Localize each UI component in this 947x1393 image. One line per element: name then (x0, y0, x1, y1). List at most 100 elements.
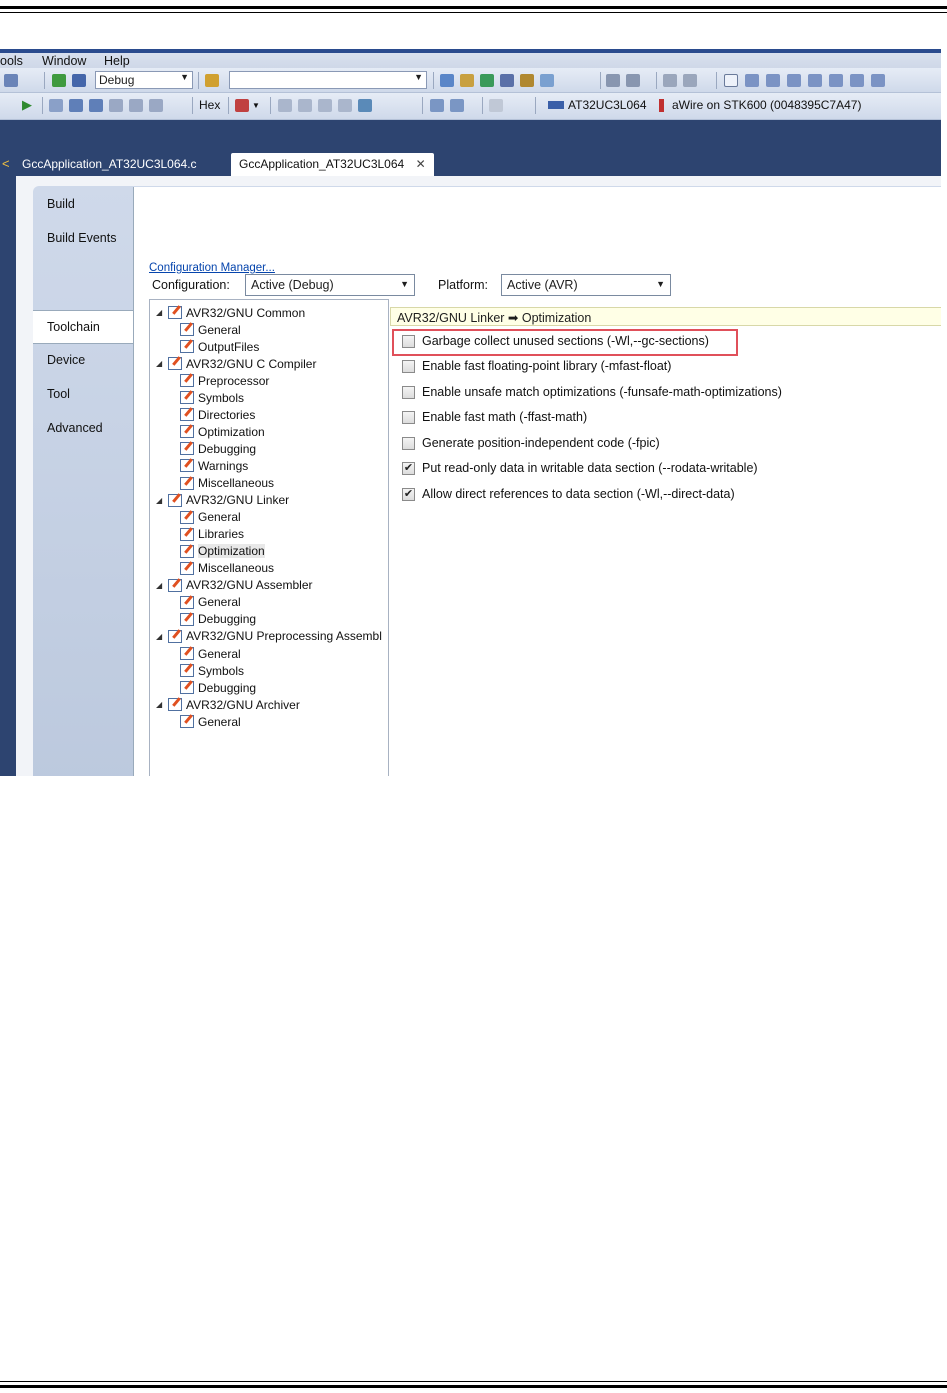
option-label: Generate position-independent code (-fpi… (422, 436, 660, 450)
option-row[interactable]: Enable fast math (-ffast-math) (402, 409, 587, 425)
tree-item[interactable]: Warnings (180, 457, 248, 474)
collapse-icon[interactable]: ◢ (156, 308, 168, 317)
collapse-icon[interactable]: ◢ (156, 632, 168, 641)
tree-item[interactable]: OutputFiles (180, 338, 259, 355)
toolbar-standard: Debug ▼ ▼ (0, 68, 941, 93)
tree-item[interactable]: General (180, 594, 241, 611)
collapse-icon[interactable]: ◢ (156, 359, 168, 368)
tree-item[interactable]: Symbols (180, 662, 244, 679)
toolbar-icons-group[interactable] (440, 72, 554, 88)
new-item-icon[interactable] (4, 72, 18, 88)
disabled-icon (489, 97, 503, 113)
platform-select[interactable]: Active (AVR) ▼ (501, 274, 671, 296)
option-label: Enable unsafe match optimizations (-funs… (422, 385, 782, 399)
property-page-icon (168, 357, 182, 371)
tree-item[interactable]: Debugging (180, 611, 256, 628)
option-row[interactable]: Garbage collect unused sections (-Wl,--g… (402, 333, 709, 349)
tab-source-file[interactable]: GccApplication_AT32UC3L064.c (14, 153, 205, 176)
tree-item[interactable]: Miscellaneous (180, 560, 274, 577)
tree-item[interactable]: Symbols (180, 389, 244, 406)
tree-item[interactable]: Libraries (180, 526, 244, 543)
tree-item[interactable]: General (180, 509, 241, 526)
collapse-icon[interactable]: ◢ (156, 581, 168, 590)
option-checkbox[interactable]: ✔ (402, 487, 415, 501)
tree-group[interactable]: ◢ AVR32/GNU Preprocessing Assembl (156, 628, 382, 645)
configuration-manager-link[interactable]: Configuration Manager... (149, 262, 275, 274)
option-row[interactable]: ✔ Allow direct references to data section… (402, 486, 735, 502)
document-tab-strip: < GccApplication_AT32UC3L064.c GccApplic… (0, 120, 941, 176)
option-row[interactable]: Enable fast floating-point library (-mfa… (402, 358, 671, 374)
tree-group[interactable]: ◢ AVR32/GNU Archiver (156, 696, 300, 713)
tree-item[interactable]: Miscellaneous (180, 475, 274, 492)
memory-icons-group[interactable] (430, 97, 464, 113)
tree-item[interactable]: Optimization (180, 423, 265, 440)
tree-item[interactable]: Preprocessor (180, 372, 269, 389)
option-checkbox[interactable] (402, 359, 415, 373)
tree-label: AVR32/GNU C Compiler (186, 356, 317, 371)
tree-item[interactable]: Optimization (180, 543, 265, 560)
property-page-icon (180, 647, 194, 660)
property-page-icon (180, 612, 194, 626)
tree-label: Libraries (198, 527, 245, 542)
tree-group[interactable]: ◢ AVR32/GNU Linker (156, 492, 289, 509)
option-label: Enable fast floating-point library (-mfa… (422, 359, 672, 373)
tree-group[interactable]: ◢ AVR32/GNU Common (156, 304, 305, 321)
menu-window[interactable]: Window (42, 54, 86, 68)
tree-label: General (198, 714, 241, 729)
option-checkbox[interactable] (402, 334, 415, 348)
collapse-icon[interactable]: ◢ (156, 700, 168, 709)
search-combo[interactable]: ▼ (229, 71, 427, 89)
tree-item[interactable]: Directories (180, 406, 255, 423)
side-tab-tool[interactable]: Tool (33, 378, 133, 412)
side-tab-toolchain[interactable]: Toolchain (33, 310, 134, 344)
tree-label: Optimization (198, 424, 265, 439)
close-icon[interactable]: ✕ (416, 157, 426, 171)
side-tab-build[interactable]: Build (33, 188, 133, 222)
device-selector[interactable]: AT32UC3L064 (548, 97, 647, 113)
property-page-icon (168, 578, 182, 592)
window-icons-group[interactable] (278, 97, 372, 113)
tree-item[interactable]: Debugging (180, 679, 256, 696)
comment-icons-group[interactable] (663, 72, 697, 88)
tree-item[interactable]: General (180, 645, 241, 662)
side-tab-build-events[interactable]: Build Events (33, 222, 133, 256)
tree-group[interactable]: ◢ AVR32/GNU C Compiler (156, 355, 316, 372)
start-debugging-icon[interactable]: ▶ (22, 97, 32, 113)
menu-bar: ools Window Help (0, 49, 941, 68)
option-row[interactable]: ✔ Put read-only data in writable data sec… (402, 460, 758, 476)
bookmark-icons-group[interactable] (724, 72, 885, 88)
tree-item[interactable]: Debugging (180, 440, 256, 457)
hex-toggle[interactable]: Hex (199, 97, 220, 113)
tab-project-properties[interactable]: GccApplication_AT32UC3L064 ✕ (231, 153, 434, 176)
tree-group[interactable]: ◢ AVR32/GNU Assembler (156, 577, 313, 594)
collapse-icon[interactable]: ◢ (156, 496, 168, 505)
tree-item[interactable]: General (180, 713, 241, 730)
configuration-select[interactable]: Active (Debug) ▼ (245, 274, 415, 296)
tree-label: OutputFiles (198, 339, 260, 354)
option-checkbox[interactable]: ✔ (402, 461, 415, 475)
property-page-icon (180, 442, 194, 456)
option-checkbox[interactable] (402, 385, 415, 399)
option-row[interactable]: Generate position-independent code (-fpi… (402, 435, 660, 451)
tool-selector[interactable]: aWire on STK600 (0048395C7A47) (659, 97, 861, 113)
option-row[interactable]: Enable unsafe match optimizations (-funs… (402, 384, 782, 400)
tree-label: AVR32/GNU Linker (186, 493, 290, 508)
menu-help[interactable]: Help (104, 54, 130, 68)
debug-icons-group[interactable] (49, 97, 163, 113)
side-tab-advanced[interactable]: Advanced (33, 412, 133, 446)
property-page-icon (180, 476, 194, 490)
config-combo[interactable]: Debug ▼ (95, 71, 193, 89)
panel-breadcrumb: AVR32/GNU Linker ➡ Optimization (390, 307, 941, 326)
side-tab-device[interactable]: Device (33, 344, 133, 378)
step-into-icon[interactable] (52, 72, 66, 88)
tree-item[interactable]: General (180, 321, 241, 338)
breakpoint-icon[interactable]: ▼ (235, 97, 260, 113)
find-in-files-icon[interactable] (205, 72, 219, 88)
option-checkbox[interactable] (402, 436, 415, 450)
indent-icons-group[interactable] (606, 72, 640, 88)
option-checkbox[interactable] (402, 410, 415, 424)
property-page-icon (180, 527, 194, 541)
break-all-icon[interactable] (72, 72, 86, 88)
scroll-left-icon[interactable]: < (2, 156, 10, 171)
menu-tools[interactable]: ools (0, 54, 23, 68)
